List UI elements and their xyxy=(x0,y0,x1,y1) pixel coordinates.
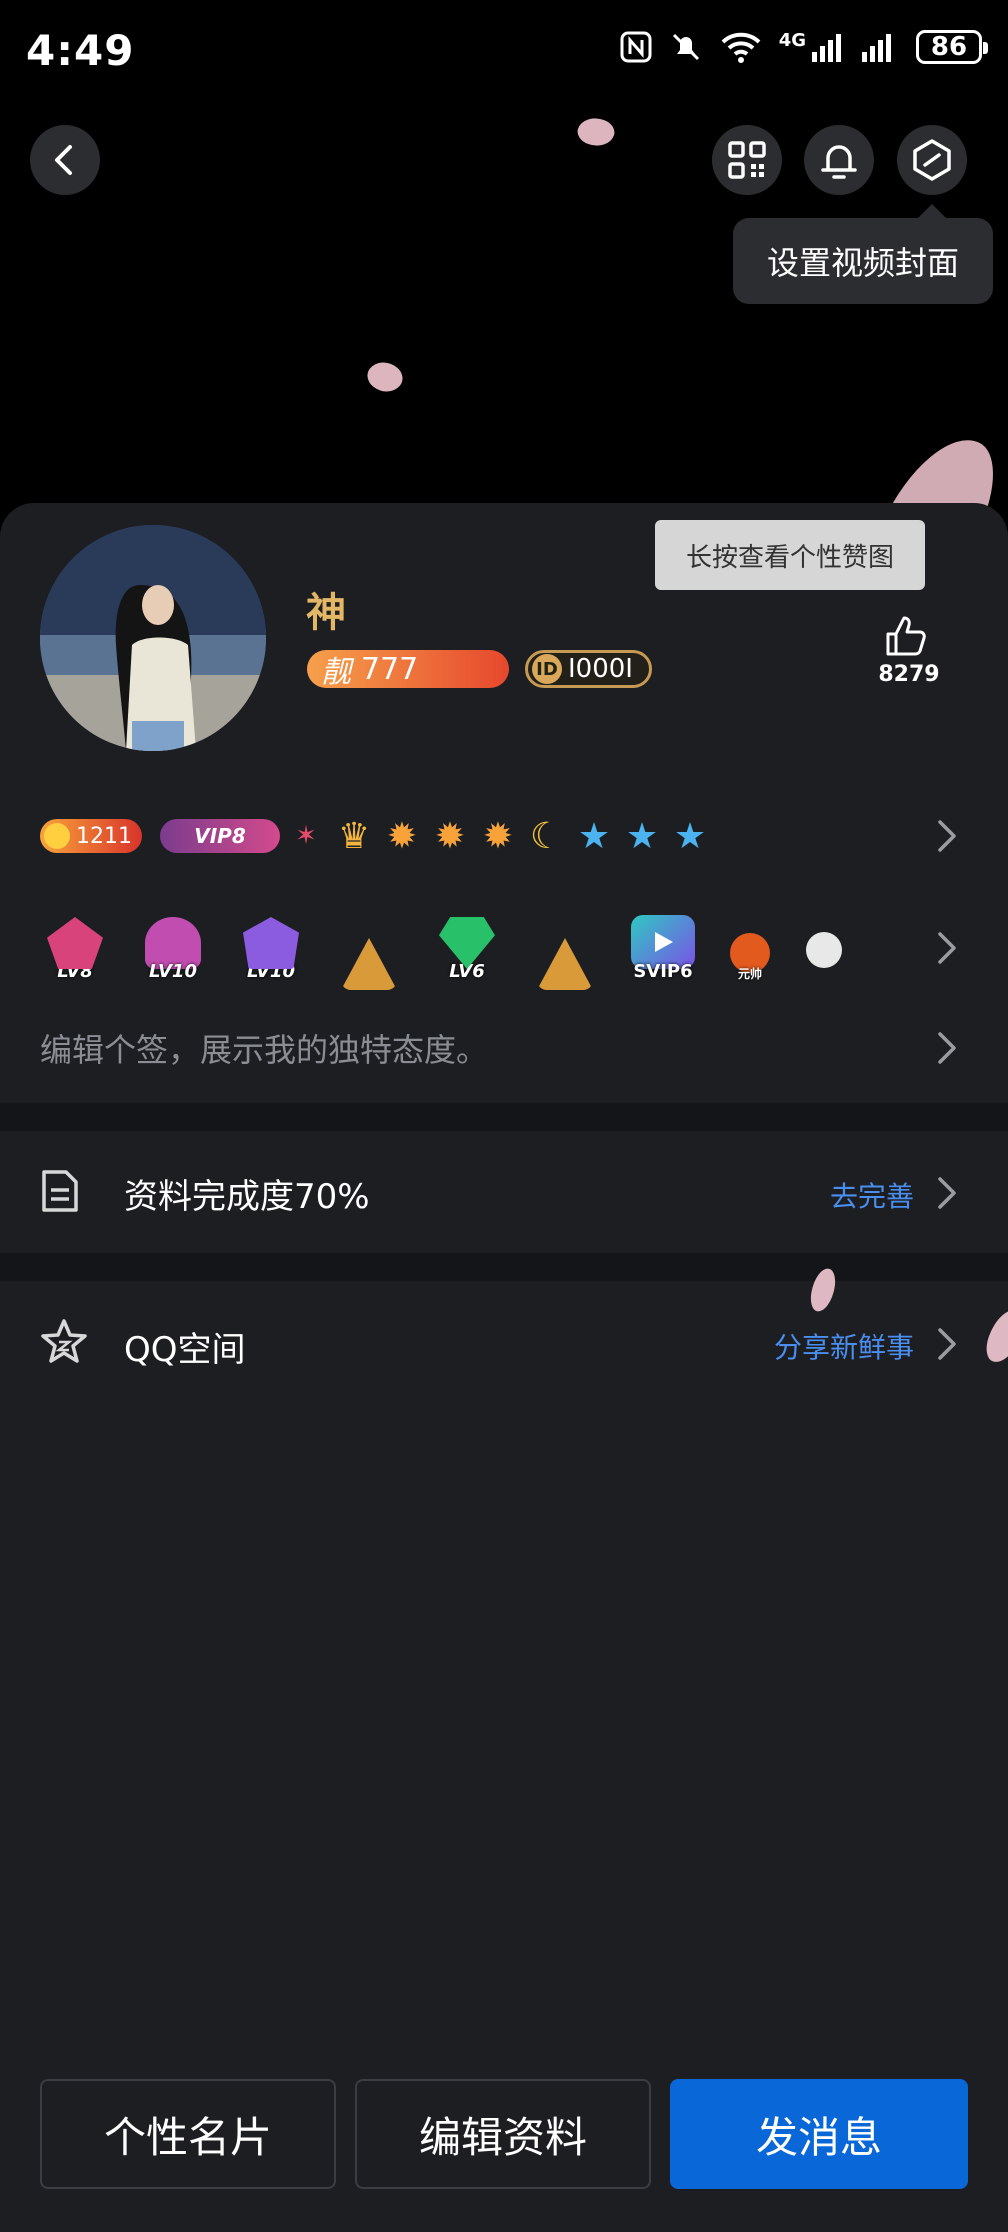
document-icon xyxy=(42,1170,78,1212)
long-press-tip: 长按查看个性赞图 xyxy=(655,520,925,590)
svip-badge: SVIP6 xyxy=(628,902,698,982)
diamond-icon xyxy=(439,917,495,969)
section-divider xyxy=(0,1103,1008,1131)
edit-profile-button[interactable]: 编辑资料 xyxy=(355,2079,651,2189)
chevron-right-icon[interactable] xyxy=(936,930,958,966)
star-icon: ★ xyxy=(577,815,611,857)
petal-decoration xyxy=(574,112,618,152)
status-time: 4:49 xyxy=(26,26,135,75)
wifi-icon xyxy=(721,32,761,63)
game-badge: 元帅 xyxy=(726,902,774,982)
thumbs-up-icon[interactable] xyxy=(884,614,930,658)
star-icon: ★ xyxy=(625,815,659,857)
chevron-left-icon xyxy=(55,145,72,175)
badge-row-levels[interactable]: LV8 LV10 LV10 LV6 SVIP6 元帅 xyxy=(40,902,846,990)
level-emblem-icon xyxy=(47,917,103,969)
level-badge xyxy=(334,902,404,990)
star-badge-icon: ✶ xyxy=(295,821,317,851)
chevron-right-icon[interactable] xyxy=(936,1030,958,1066)
level-badge: LV10 xyxy=(138,902,208,982)
coin-icon xyxy=(44,823,70,849)
sun-icon: ✹ xyxy=(434,815,466,857)
chevron-right-icon[interactable] xyxy=(936,1175,958,1211)
id-badge-text: I000I xyxy=(568,654,633,684)
profile-completion-label: 资料完成度70% xyxy=(124,1177,370,1217)
level-badge: LV8 xyxy=(40,902,110,982)
profile-card-button[interactable]: 个性名片 xyxy=(40,2079,336,2189)
qzone-star-icon xyxy=(41,1319,87,1363)
chevron-right-icon[interactable] xyxy=(936,818,958,854)
chevron-right-icon[interactable] xyxy=(936,1326,958,1362)
avatar-image xyxy=(40,525,266,751)
tooltip-arrow xyxy=(918,204,946,218)
send-message-button[interactable]: 发消息 xyxy=(670,2079,968,2189)
pretty-number-prefix: 靓 xyxy=(321,655,351,690)
notification-button[interactable] xyxy=(804,125,874,195)
nfc-icon xyxy=(620,31,652,63)
game-badge-label: 元帅 xyxy=(737,967,762,981)
qr-code-icon xyxy=(728,141,766,179)
id-icon: ID xyxy=(532,654,562,684)
hexagon-settings-icon xyxy=(913,139,951,181)
petal-decoration xyxy=(362,354,408,400)
back-button[interactable] xyxy=(30,125,100,195)
level-badge: LV10 xyxy=(236,902,306,982)
sun-icon: ✹ xyxy=(386,815,418,857)
signal-icon xyxy=(812,34,841,62)
battery-indicator: 86 xyxy=(916,30,988,64)
bomb-badge xyxy=(802,902,846,982)
video-cover-tooltip[interactable]: 设置视频封面 xyxy=(733,218,993,304)
vip-badge: VIP8 xyxy=(160,819,280,853)
level-badge xyxy=(530,902,600,990)
sun-icon: ✹ xyxy=(482,815,514,857)
coin-count: 1211 xyxy=(76,823,132,849)
moon-icon: ☾ xyxy=(529,815,563,857)
bell-icon xyxy=(821,145,857,179)
qr-code-button[interactable] xyxy=(712,125,782,195)
settings-button[interactable] xyxy=(897,125,967,195)
mute-bell-icon xyxy=(672,33,699,61)
nickname: 神 xyxy=(306,590,346,636)
section-divider xyxy=(0,1253,1008,1281)
crown-icon: ♛ xyxy=(337,815,371,857)
level-label: LV10 xyxy=(149,961,197,982)
qzone-label: QQ空间 xyxy=(124,1330,246,1370)
signature-text[interactable]: 编辑个签，展示我的独特态度。 xyxy=(40,1025,488,1071)
coin-badge: 1211 xyxy=(40,819,142,853)
pretty-number: 777 xyxy=(361,651,419,687)
complete-profile-link[interactable]: 去完善 xyxy=(830,1175,914,1215)
star-icon: ★ xyxy=(673,815,707,857)
flame-icon xyxy=(537,938,593,990)
like-count: 8279 xyxy=(878,662,940,687)
avatar[interactable] xyxy=(40,525,266,751)
pretty-number-badge[interactable]: 靓 777 xyxy=(307,650,509,690)
share-news-link[interactable]: 分享新鲜事 xyxy=(774,1326,914,1366)
status-icons: 4G 86 xyxy=(619,29,988,64)
bomb-icon xyxy=(806,932,842,968)
level-emblem-icon xyxy=(243,917,299,969)
flame-icon xyxy=(341,938,397,990)
id-badge[interactable]: ID I000I xyxy=(525,650,652,688)
badge-row-vip[interactable]: 1211 VIP8 ✶ ♛ ✹ ✹ ✹ ☾ ★ ★ ★ xyxy=(40,812,712,860)
level-badge: LV6 xyxy=(432,902,502,982)
network-type-label: 4G xyxy=(778,29,806,51)
svip-label: SVIP6 xyxy=(633,961,693,982)
signal-icon-2 xyxy=(862,34,891,62)
